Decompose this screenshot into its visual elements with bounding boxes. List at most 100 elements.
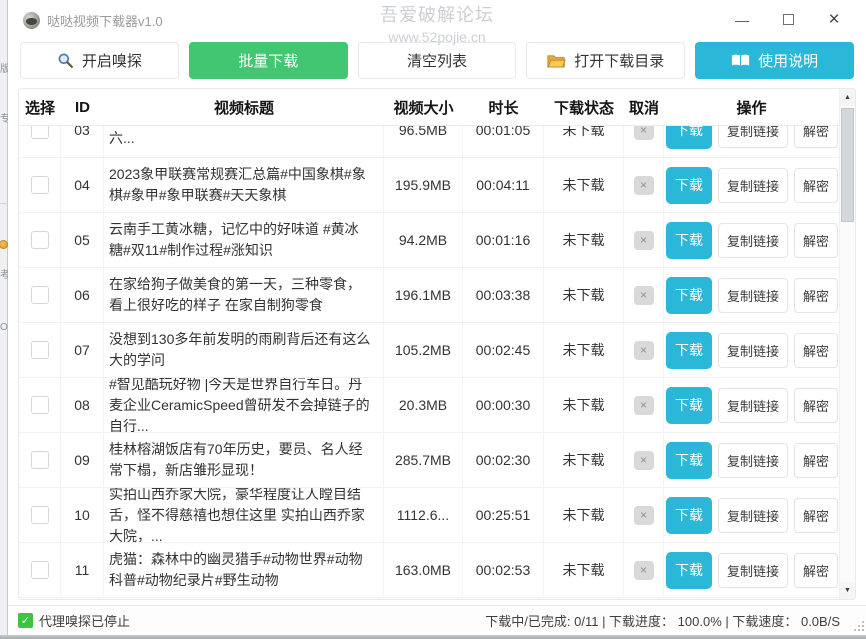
row-checkbox[interactable]: [31, 231, 49, 249]
row-checkbox[interactable]: [31, 341, 49, 359]
start-sniff-button[interactable]: 开启嗅探: [20, 42, 179, 79]
video-size: 163.0MB: [384, 543, 463, 597]
row-id: 03: [61, 126, 104, 157]
cancel-button[interactable]: ×: [634, 231, 654, 250]
open-download-dir-label: 打开下载目录: [574, 50, 664, 71]
app-icon: [23, 12, 40, 29]
download-button[interactable]: 下载: [666, 126, 712, 149]
copy-link-button[interactable]: 复制链接: [718, 443, 788, 478]
batch-download-label: 批量下载: [238, 50, 298, 71]
clear-list-button[interactable]: 清空列表: [358, 42, 517, 79]
copy-link-button[interactable]: 复制链接: [718, 126, 788, 148]
video-duration: 00:01:05: [463, 126, 544, 157]
table-row: 09桂林榕湖饭店有70年历史，要员、名人经常下榻，新店雏形显现！285.7MB0…: [19, 433, 839, 488]
copy-link-button[interactable]: 复制链接: [718, 553, 788, 588]
video-duration: 00:00:30: [463, 378, 544, 432]
row-checkbox[interactable]: [31, 286, 49, 304]
row-checkbox[interactable]: [31, 561, 49, 579]
video-size: 94.2MB: [384, 213, 463, 267]
table-row: 10实拍山西乔家大院，豪华程度让人瞠目结舌，怪不得慈禧也想住这里 实拍山西乔家大…: [19, 488, 839, 543]
decrypt-button[interactable]: 解密: [794, 278, 838, 313]
table-row: 11虎猫：森林中的幽灵猎手#动物世界#动物科普#动物纪录片#野生动物163.0M…: [19, 543, 839, 598]
video-duration: 00:02:30: [463, 433, 544, 487]
video-title: 2023象甲联赛常规赛汇总篇#中国象棋#象棋#象甲#象甲联赛#天天象棋: [104, 158, 384, 212]
copy-link-button[interactable]: 复制链接: [718, 498, 788, 533]
video-size: 1112.6...: [384, 488, 463, 542]
scrollbar-thumb[interactable]: [841, 108, 854, 222]
vertical-scrollbar[interactable]: ▲ ▼: [839, 89, 855, 599]
decrypt-button[interactable]: 解密: [794, 333, 838, 368]
row-checkbox[interactable]: [31, 451, 49, 469]
download-stats: 下载中/已完成: 0/11 | 下载进度： 100.0% | 下载速度： 0.0…: [485, 611, 840, 630]
video-title: #智见酷玩好物 |今天是世界自行车日。丹麦企业CeramicSpeed曾研发不会…: [104, 378, 384, 432]
row-id: 09: [61, 433, 104, 487]
scroll-up-button[interactable]: ▲: [840, 89, 855, 106]
decrypt-button[interactable]: 解密: [794, 168, 838, 203]
batch-download-button[interactable]: 批量下载: [189, 42, 348, 79]
download-button[interactable]: 下载: [666, 552, 712, 589]
open-download-dir-button[interactable]: 打开下载目录: [526, 42, 685, 79]
download-status: 未下载: [544, 268, 624, 322]
minimize-button[interactable]: —: [719, 12, 765, 28]
decrypt-button[interactable]: 解密: [794, 223, 838, 258]
book-icon: [731, 53, 750, 68]
cancel-button[interactable]: ×: [634, 561, 654, 580]
video-size: 195.9MB: [384, 158, 463, 212]
col-header-size: 视频大小: [384, 89, 463, 125]
decrypt-button[interactable]: 解密: [794, 553, 838, 588]
cancel-button[interactable]: ×: [634, 176, 654, 195]
coin-icon: [0, 240, 8, 249]
decrypt-button[interactable]: 解密: [794, 498, 838, 533]
maximize-button[interactable]: [765, 11, 811, 29]
download-button[interactable]: 下载: [666, 332, 712, 369]
download-button[interactable]: 下载: [666, 277, 712, 314]
row-checkbox[interactable]: [31, 396, 49, 414]
cancel-button[interactable]: ×: [634, 396, 654, 415]
help-button[interactable]: 使用说明: [695, 42, 854, 79]
proxy-status-checkbox[interactable]: ✓: [18, 613, 33, 628]
video-size: 285.7MB: [384, 433, 463, 487]
row-id: 06: [61, 268, 104, 322]
copy-link-button[interactable]: 复制链接: [718, 388, 788, 423]
col-header-duration: 时长: [463, 89, 544, 125]
copy-link-button[interactable]: 复制链接: [718, 223, 788, 258]
cancel-button[interactable]: ×: [634, 341, 654, 360]
watermark: 吾爱破解论坛 www.52pojie.cn: [376, 5, 498, 45]
toolbar: 开启嗅探 批量下载 清空列表 打开下载目录 使用说明: [8, 40, 866, 81]
download-button[interactable]: 下载: [666, 497, 712, 534]
statusbar: ✓ 代理嗅探已停止 下载中/已完成: 0/11 | 下载进度： 100.0% |…: [8, 605, 866, 634]
copy-link-button[interactable]: 复制链接: [718, 278, 788, 313]
background-fragment: O: [0, 322, 8, 333]
background-window-strip: 版 专 考 O: [0, 0, 8, 635]
row-id: 05: [61, 213, 104, 267]
download-button[interactable]: 下载: [666, 167, 712, 204]
download-button[interactable]: 下载: [666, 387, 712, 424]
decrypt-button[interactable]: 解密: [794, 443, 838, 478]
resize-grip[interactable]: [853, 620, 864, 631]
decrypt-button[interactable]: 解密: [794, 388, 838, 423]
table-row: 06在家给狗子做美食的第一天，三种零食，看上很好吃的样子 在家自制狗零食196.…: [19, 268, 839, 323]
cancel-button[interactable]: ×: [634, 126, 654, 140]
cancel-button[interactable]: ×: [634, 286, 654, 305]
row-checkbox[interactable]: [31, 126, 49, 139]
copy-link-button[interactable]: 复制链接: [718, 333, 788, 368]
close-button[interactable]: ×: [811, 9, 857, 31]
start-sniff-label: 开启嗅探: [82, 50, 142, 71]
cancel-button[interactable]: ×: [634, 451, 654, 470]
video-size: 196.1MB: [384, 268, 463, 322]
cancel-button[interactable]: ×: [634, 506, 654, 525]
row-checkbox[interactable]: [31, 176, 49, 194]
copy-link-button[interactable]: 复制链接: [718, 168, 788, 203]
download-button[interactable]: 下载: [666, 222, 712, 259]
video-duration: 00:25:51: [463, 488, 544, 542]
maximize-icon: [783, 14, 794, 25]
decrypt-button[interactable]: 解密: [794, 126, 838, 148]
download-button[interactable]: 下载: [666, 442, 712, 479]
col-header-actions: 操作: [664, 89, 839, 125]
clear-list-label: 清空列表: [407, 50, 467, 71]
video-table: 选择 ID 视频标题 视频大小 时长 下载状态 取消 操作 03卡》第六季 #甘…: [18, 88, 856, 600]
download-status: 未下载: [544, 213, 624, 267]
scroll-down-button[interactable]: ▼: [840, 582, 855, 599]
row-id: 04: [61, 158, 104, 212]
row-checkbox[interactable]: [31, 506, 49, 524]
